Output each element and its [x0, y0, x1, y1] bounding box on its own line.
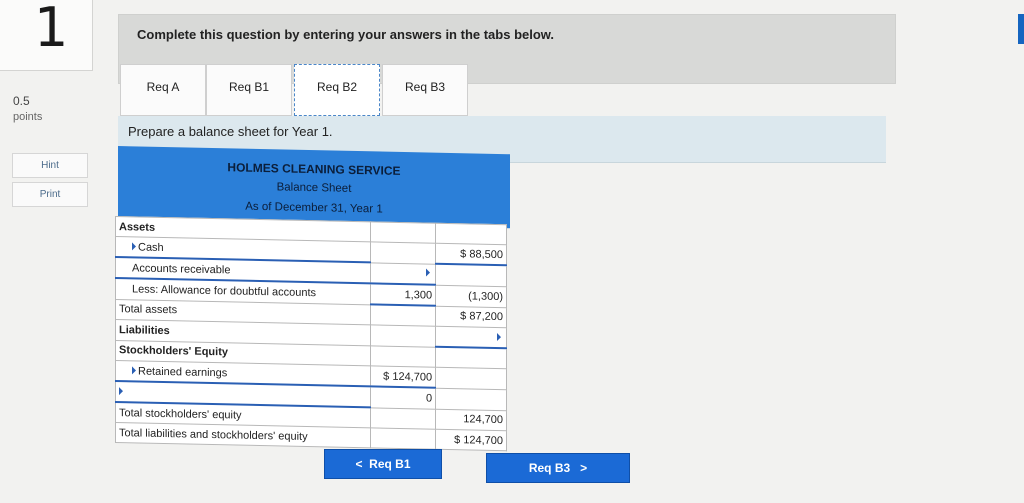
statement-date: As of December 31, Year 1 [245, 200, 383, 216]
allowance-net: (1,300) [468, 289, 503, 303]
liabilities-amount-field[interactable] [435, 326, 507, 349]
points-value: 0.5 [13, 94, 30, 108]
total-lse-label: Total liabilities and stockholders' equi… [115, 422, 371, 448]
sheet-header: HOLMES CLEANING SERVICE Balance Sheet As… [118, 146, 510, 229]
total-se-value: 124,700 [463, 413, 503, 427]
allowance-amount: 1,300 [404, 288, 433, 302]
ar-amount-field[interactable] [370, 262, 436, 285]
cell [435, 367, 507, 390]
cell [370, 241, 436, 264]
points-label: points [13, 111, 43, 123]
allowance-amount-field[interactable]: 1,300 [370, 283, 436, 306]
tab-req-b2[interactable]: Req B2 [294, 64, 380, 116]
input-flag-icon [119, 386, 123, 395]
cash-label: Cash [138, 240, 164, 254]
instruction-text: Complete this question by entering your … [137, 27, 555, 42]
next-req-button[interactable]: Req B3 > [486, 453, 630, 483]
input-flag-icon [132, 365, 136, 374]
tab-req-b1[interactable]: Req B1 [206, 64, 292, 116]
total-lse-field[interactable]: $ 124,700 [435, 429, 507, 451]
retained-earnings-amount: $ 124,700 [383, 370, 433, 384]
total-assets-value: $ 87,200 [460, 310, 503, 324]
retained-earnings-label: Retained earnings [138, 364, 228, 379]
cell [435, 346, 507, 369]
chevron-right-icon: > [580, 461, 588, 475]
cell [435, 263, 507, 287]
total-lse-value: $ 124,700 [454, 433, 503, 447]
question-number-box: 1 [0, 0, 93, 71]
statement-title: Balance Sheet [276, 181, 352, 195]
prompt-text: Prepare a balance sheet for Year 1. [128, 124, 333, 139]
print-button[interactable]: Print [12, 182, 88, 207]
chevron-left-icon: < [355, 457, 363, 471]
company-name: HOLMES CLEANING SERVICE [227, 160, 401, 178]
tab-req-a[interactable]: Req A [120, 64, 206, 116]
input-flag-icon [132, 241, 136, 250]
balance-sheet-table: Assets Cash $ 88,500 Accounts receivable… [115, 216, 507, 452]
prev-req-label: Req B1 [369, 457, 411, 471]
input-flag-icon [497, 332, 501, 341]
next-req-label: Req B3 [528, 461, 571, 475]
ar-label: Accounts receivable [132, 261, 231, 276]
blank-amount: 0 [425, 392, 433, 405]
cash-amount: $ 88,500 [460, 247, 503, 261]
blank-amount-field[interactable]: 0 [370, 386, 436, 409]
total-assets-field[interactable]: $ 87,200 [435, 305, 507, 328]
hint-button[interactable]: Hint [12, 153, 88, 178]
tab-req-b3[interactable]: Req B3 [382, 64, 468, 116]
question-number: 1 [34, 0, 69, 59]
cell [370, 324, 436, 347]
right-edge-marker [1018, 14, 1024, 44]
allowance-net-field[interactable]: (1,300) [435, 284, 507, 308]
input-flag-icon [426, 268, 431, 277]
cell [370, 304, 436, 327]
cell [370, 407, 436, 430]
cell [370, 221, 436, 244]
cell [435, 387, 507, 411]
cell [435, 223, 507, 245]
cell [370, 427, 436, 450]
cash-amount-field[interactable]: $ 88,500 [435, 243, 507, 266]
retained-earnings-amount-field[interactable]: $ 124,700 [370, 365, 436, 388]
cell [370, 345, 436, 368]
prev-req-button[interactable]: < Req B1 [324, 449, 442, 479]
total-se-field[interactable]: 124,700 [435, 408, 507, 431]
